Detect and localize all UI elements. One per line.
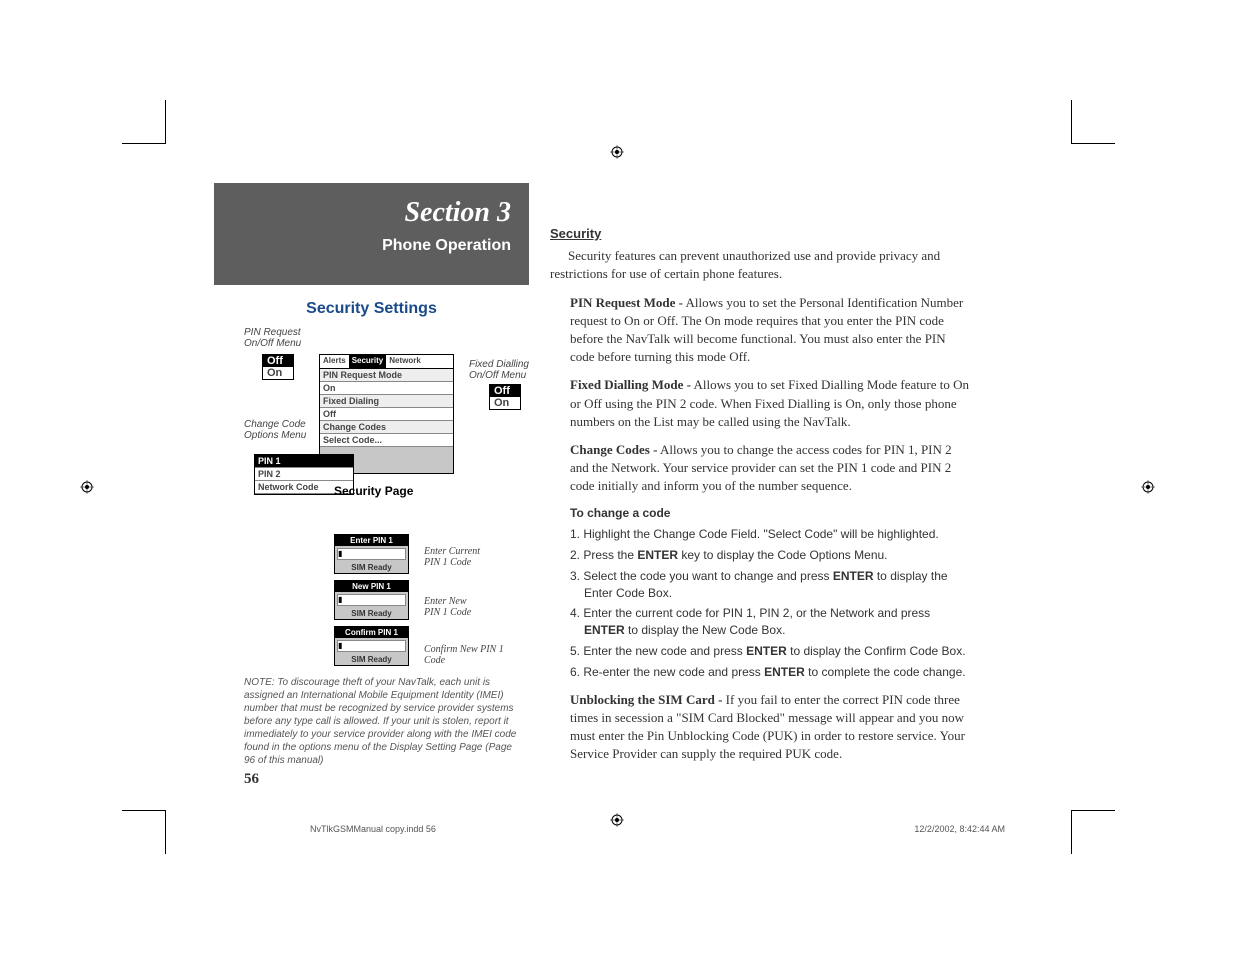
registration-mark-icon: [1141, 480, 1155, 499]
menu-on: On: [320, 382, 453, 395]
registration-mark-icon: [610, 145, 624, 164]
step-5: 5. Enter the new code and press ENTER to…: [570, 643, 970, 660]
left-column-title: Security Settings: [214, 300, 529, 318]
sim-ready-label: SIM Ready: [335, 654, 408, 665]
right-column: Security Security features can prevent u…: [550, 225, 970, 773]
registration-mark-icon: [80, 480, 94, 499]
off-option: Off: [263, 355, 293, 367]
security-page-caption: Security Page: [334, 484, 413, 498]
unblock-label: Unblocking the SIM Card -: [570, 692, 722, 707]
enter-current-label: Enter Current PIN 1 Code: [424, 546, 480, 568]
intro-paragraph: Security features can prevent unauthoriz…: [550, 247, 970, 283]
step-2: 2. Press the ENTER key to display the Co…: [570, 547, 970, 564]
fixed-dialling-toggle: Off On: [489, 384, 521, 410]
crop-mark-tl: [122, 100, 166, 144]
note-text: NOTE: To discourage theft of your NavTal…: [214, 676, 529, 767]
change-codes-label: Change Codes -: [570, 442, 657, 457]
section-header: Section 3 Phone Operation: [214, 183, 529, 285]
change-code-label: Change Code Options Menu: [244, 419, 306, 441]
tab-network: Network: [386, 355, 424, 368]
step-6: 6. Re-enter the new code and press ENTER…: [570, 664, 970, 681]
security-heading: Security: [550, 225, 970, 243]
new-pin-box: New PIN 1 SIM Ready: [334, 580, 409, 620]
on-option: On: [490, 397, 520, 409]
crop-mark-tr: [1071, 100, 1115, 144]
sim-ready-label: SIM Ready: [335, 608, 408, 619]
new-pin-header: New PIN 1: [335, 581, 408, 592]
pin-input: [337, 594, 406, 606]
step-3: 3. Select the code you want to change an…: [570, 568, 970, 602]
code-pin1: PIN 1: [255, 455, 353, 468]
step-4: 4. Enter the current code for PIN 1, PIN…: [570, 605, 970, 639]
code-pin2: PIN 2: [255, 468, 353, 481]
change-codes-paragraph: Change Codes - Allows you to change the …: [570, 441, 970, 496]
tab-alerts: Alerts: [320, 355, 349, 368]
pin-input: [337, 640, 406, 652]
code-entry-boxes: Enter PIN 1 SIM Ready Enter Current PIN …: [214, 534, 529, 666]
off-option: Off: [490, 385, 520, 397]
confirm-pin-header: Confirm PIN 1: [335, 627, 408, 638]
step-1: 1. Highlight the Change Code Field. "Sel…: [570, 526, 970, 543]
pin-input: [337, 548, 406, 560]
pin-request-mode-label: PIN Request Mode -: [570, 295, 683, 310]
menu-fixed-dialing: Fixed Dialing: [320, 395, 453, 408]
section-subtitle: Phone Operation: [214, 237, 511, 255]
enter-pin-header: Enter PIN 1: [335, 535, 408, 546]
tab-security: Security: [349, 355, 387, 368]
menu-off: Off: [320, 408, 453, 421]
crop-mark-bl: [122, 810, 166, 854]
steps-list: 1. Highlight the Change Code Field. "Sel…: [570, 526, 970, 680]
section-title: Section 3: [214, 197, 511, 229]
confirm-pin-box: Confirm PIN 1 SIM Ready: [334, 626, 409, 666]
confirm-label: Confirm New PIN 1 Code: [424, 644, 504, 666]
pin-request-toggle: Off On: [262, 354, 294, 380]
on-option: On: [263, 367, 293, 379]
pin-request-paragraph: PIN Request Mode - Allows you to set the…: [570, 294, 970, 367]
enter-new-label: Enter New PIN 1 Code: [424, 596, 471, 618]
fixed-dialling-mode-label: Fixed Dialling Mode -: [570, 377, 691, 392]
unblock-paragraph: Unblocking the SIM Card - If you fail to…: [570, 691, 970, 764]
fixed-dialling-paragraph: Fixed Dialling Mode - Allows you to set …: [570, 376, 970, 431]
menu-pin-request: PIN Request Mode: [320, 369, 453, 382]
pin-request-label: PIN Request On/Off Menu: [244, 327, 301, 349]
sim-ready-label: SIM Ready: [335, 562, 408, 573]
footer-timestamp: 12/2/2002, 8:42:44 AM: [914, 824, 1005, 834]
page-number: 56: [244, 771, 529, 788]
menu-change-codes: Change Codes: [320, 421, 453, 434]
diagram-area: PIN Request On/Off Menu Off On Fixed Dia…: [214, 324, 529, 524]
enter-pin-box: Enter PIN 1 SIM Ready: [334, 534, 409, 574]
menu-select-code: Select Code...: [320, 434, 453, 447]
to-change-heading: To change a code: [570, 505, 970, 522]
footer-meta: NvTlkGSMManual copy.indd 56 12/2/2002, 8…: [310, 824, 1005, 834]
footer-filename: NvTlkGSMManual copy.indd 56: [310, 824, 436, 834]
fixed-dialling-label: Fixed Dialling On/Off Menu: [469, 359, 529, 381]
crop-mark-br: [1071, 810, 1115, 854]
